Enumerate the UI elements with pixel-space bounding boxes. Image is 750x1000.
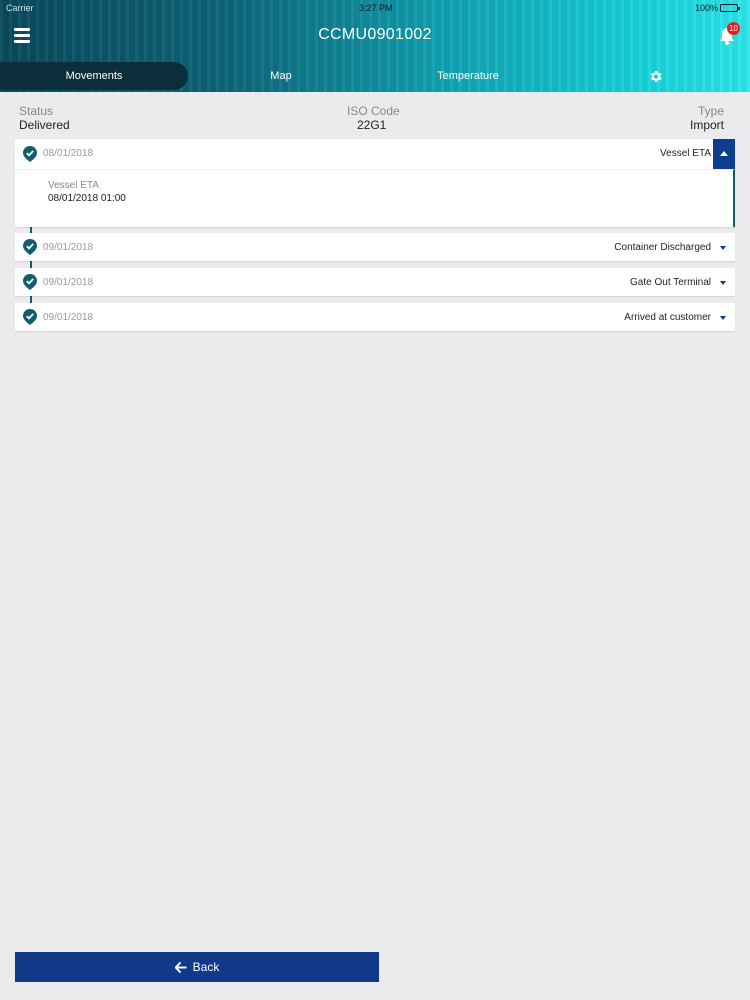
- back-button[interactable]: Back: [15, 952, 379, 982]
- movement-date: 09/01/2018: [43, 277, 94, 288]
- type-value: Import: [689, 118, 724, 132]
- check-marker-icon: [23, 274, 37, 290]
- movement-date: 09/01/2018: [43, 242, 94, 253]
- back-button-label: Back: [192, 960, 220, 974]
- movement-card[interactable]: 09/01/2018 Container Discharged: [15, 233, 735, 261]
- chevron-down-icon[interactable]: [720, 246, 726, 250]
- tab-map[interactable]: Map: [188, 62, 374, 90]
- type-label: Type: [697, 104, 724, 118]
- movement-card[interactable]: 08/01/2018 Vessel ETA Vessel ETA 08/01/2…: [15, 139, 735, 227]
- page-title: CCMU0901002: [318, 26, 432, 43]
- iso-code-label: ISO Code: [347, 104, 400, 118]
- movement-detail: Vessel ETA 08/01/2018 01:00: [15, 169, 735, 227]
- arrow-left-icon: [174, 961, 187, 973]
- check-marker-icon: [23, 309, 37, 325]
- check-marker-icon: [23, 146, 37, 162]
- battery-percentage: 100%: [694, 3, 718, 13]
- notification-badge: 10: [727, 22, 740, 35]
- chevron-down-icon[interactable]: [720, 281, 726, 285]
- collapse-button[interactable]: [713, 139, 735, 169]
- movement-event: Gate Out Terminal: [630, 277, 711, 288]
- clock: 3:27 PM: [359, 3, 393, 13]
- gear-icon[interactable]: [648, 69, 663, 84]
- detail-value: 08/01/2018 01:00: [48, 193, 126, 204]
- tab-temperature[interactable]: Temperature: [374, 62, 562, 90]
- movement-date: 08/01/2018: [43, 148, 94, 159]
- movement-event: Arrived at customer: [624, 312, 711, 323]
- carrier-label: Carrier: [6, 3, 34, 13]
- check-marker-icon: [23, 239, 37, 255]
- tab-bar: Movements Map Temperature: [0, 62, 750, 90]
- movement-event: Container Discharged: [614, 242, 711, 253]
- movement-date: 09/01/2018: [43, 312, 94, 323]
- movement-card[interactable]: 09/01/2018 Arrived at customer: [15, 303, 735, 331]
- movement-event: Vessel ETA: [660, 148, 711, 159]
- movement-card-header[interactable]: 08/01/2018 Vessel ETA: [15, 139, 735, 169]
- status-value: Delivered: [19, 118, 70, 132]
- detail-label: Vessel ETA: [48, 180, 99, 191]
- movement-card[interactable]: 09/01/2018 Gate Out Terminal: [15, 268, 735, 296]
- chevron-down-icon[interactable]: [720, 316, 726, 320]
- tab-movements[interactable]: Movements: [0, 62, 188, 90]
- caret-up-icon: [720, 151, 728, 156]
- iso-code-value: 22G1: [357, 118, 387, 132]
- status-bar: Carrier 3:27 PM 100%: [0, 0, 750, 16]
- status-label: Status: [19, 104, 54, 118]
- app-header: Carrier 3:27 PM 100% CCMU0901002 10 Move…: [0, 0, 750, 92]
- battery-icon: [720, 4, 740, 12]
